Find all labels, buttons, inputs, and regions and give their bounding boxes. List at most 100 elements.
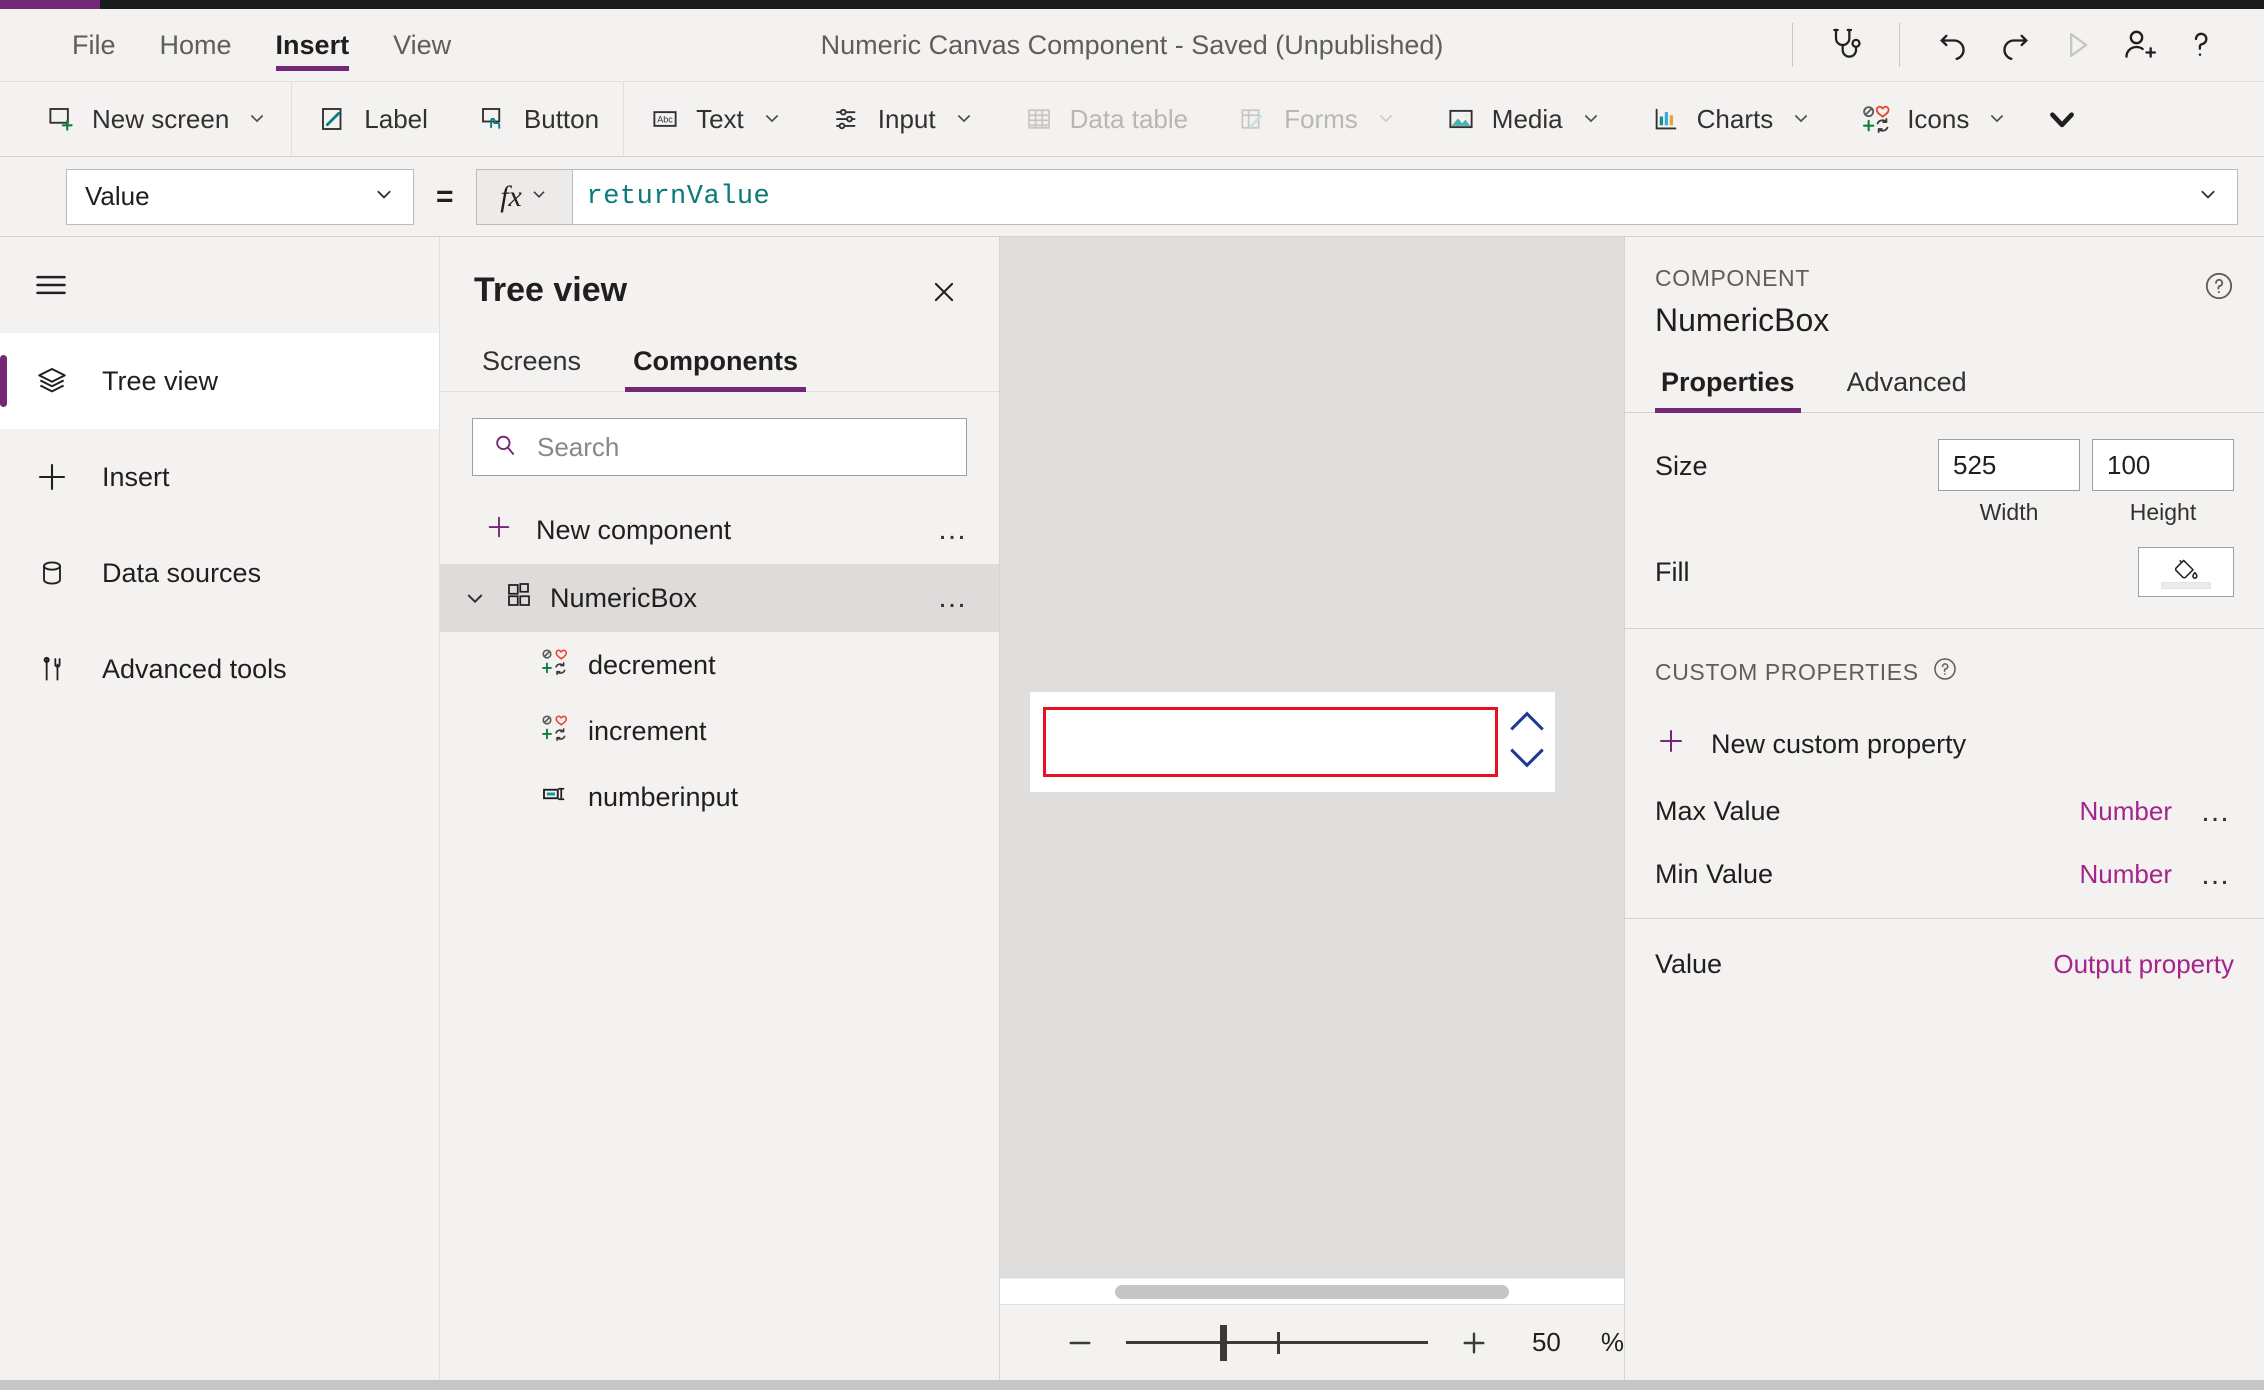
ribbon-item-label: Charts [1697,104,1774,135]
decrement-chevron-down-icon[interactable] [1507,745,1547,776]
search-input[interactable]: Search [472,418,967,476]
hamburger-menu-button[interactable] [0,237,439,333]
fill-color-button[interactable] [2138,547,2234,597]
ribbon-item-label: Forms [1284,104,1358,135]
help-icon[interactable] [2202,269,2236,308]
sidebar-item-insert[interactable]: Insert [0,429,439,525]
tree-node-numberinput[interactable]: numberinput [440,764,999,830]
menu-tab-home[interactable]: Home [138,9,254,81]
increment-chevron-up-icon[interactable] [1507,708,1547,739]
overflow-menu-icon[interactable]: … [2200,797,2234,827]
new-component-label: New component [536,515,731,546]
formula-bar: Value = fx returnValue [0,157,2264,237]
scrollbar-thumb[interactable] [1115,1285,1510,1299]
ribbon-button[interactable]: Button [452,82,623,156]
ribbon-media[interactable]: Media [1420,82,1625,156]
ribbon-text[interactable]: Abc Text [624,82,806,156]
sidebar-item-label: Data sources [102,558,261,589]
new-custom-property-button[interactable]: New custom property [1655,725,2234,764]
media-icon [1444,102,1478,136]
sidebar-item-advanced-tools[interactable]: Advanced tools [0,621,439,717]
zoom-in-button[interactable] [1454,1320,1494,1366]
chevron-down-icon [1791,104,1811,135]
custom-property-name: Max Value [1655,796,2080,827]
component-icon [504,580,534,617]
zoom-slider-thumb[interactable] [1220,1325,1227,1361]
output-property-row-value[interactable]: Value Output property [1625,919,2264,1010]
tab-label: Properties [1661,367,1795,397]
tree-node-label: increment [588,716,707,747]
tree-panel-title: Tree view [474,271,627,310]
ribbon-new-screen[interactable]: New screen [0,82,291,156]
sidebar-item-data-sources[interactable]: Data sources [0,525,439,621]
menu-tab-label: Insert [276,30,350,61]
chevron-down-icon [1987,104,2007,135]
ribbon-item-label: Icons [1907,104,1969,135]
canvas-horizontal-scrollbar[interactable] [1000,1278,1624,1304]
overflow-menu-icon[interactable]: … [937,583,971,613]
numericbox-component-preview[interactable] [1030,692,1555,792]
new-component-button[interactable]: New component … [440,496,999,564]
share-icon[interactable] [2108,14,2170,76]
redo-icon[interactable] [1984,14,2046,76]
close-icon[interactable] [923,271,965,318]
formula-text: returnValue [587,182,771,212]
custom-property-row-min-value[interactable]: Min Value Number … [1655,859,2234,890]
ribbon-input[interactable]: Input [806,82,998,156]
help-icon[interactable] [2170,14,2232,76]
overflow-menu-icon[interactable]: … [937,515,971,545]
menu-tab-view[interactable]: View [371,9,473,81]
ribbon-label[interactable]: Label [292,82,452,156]
fill-row: Fill [1655,544,2234,600]
menu-tab-list: File Home Insert View [0,9,473,81]
zoom-level-value: 50 [1532,1327,1561,1358]
fx-label: fx [500,180,522,214]
output-property-type: Output property [2053,949,2234,980]
properties-panel-header: COMPONENT NumericBox [1625,237,2264,339]
data-table-icon [1022,102,1056,136]
numberinput-control[interactable] [1043,707,1498,777]
ribbon-charts[interactable]: Charts [1625,82,1836,156]
canvas-viewport[interactable] [1000,237,1624,1278]
menu-tab-insert[interactable]: Insert [254,9,372,81]
ribbon-expand-button[interactable] [2031,82,2109,156]
properties-panel: COMPONENT NumericBox Properties Advanced… [1624,237,2264,1380]
button-icon [476,102,510,136]
ribbon-item-label: Text [696,104,744,135]
canvas-stage[interactable] [1000,237,1624,1278]
chevron-down-icon[interactable] [2197,183,2219,210]
undo-icon[interactable] [1922,14,1984,76]
zoom-out-button[interactable] [1060,1320,1100,1366]
text-icon: Abc [648,102,682,136]
menu-tab-file[interactable]: File [50,9,138,81]
chevron-down-icon[interactable] [462,586,488,610]
zoom-slider[interactable] [1126,1323,1428,1363]
chevron-down-icon [954,104,974,135]
tab-properties[interactable]: Properties [1655,367,1801,412]
custom-property-row-max-value[interactable]: Max Value Number … [1655,796,2234,827]
tab-screens[interactable]: Screens [474,346,589,391]
ribbon-icons[interactable]: Icons [1835,82,2031,156]
chevron-down-icon [373,181,395,212]
tree-node-increment[interactable]: increment [440,698,999,764]
zoom-level-unit: % [1601,1327,1624,1358]
menu-tab-label: Home [160,30,232,61]
insert-ribbon: New screen Label Button [0,81,2264,157]
property-selector[interactable]: Value [66,169,414,225]
help-icon[interactable] [1931,655,1959,689]
ribbon-item-label: Button [524,104,599,135]
sidebar-item-label: Insert [102,462,170,493]
tree-node-numericbox[interactable]: NumericBox … [440,564,999,632]
fx-button[interactable]: fx [476,169,572,225]
overflow-menu-icon[interactable]: … [2200,860,2234,890]
app-checker-icon[interactable] [1815,14,1877,76]
tree-node-decrement[interactable]: decrement [440,632,999,698]
preview-icon[interactable] [2046,14,2108,76]
width-input[interactable]: 525 [1938,439,2080,491]
sidebar-item-tree-view[interactable]: Tree view [0,333,439,429]
tab-components[interactable]: Components [625,346,806,391]
tab-advanced[interactable]: Advanced [1841,367,1973,412]
formula-input[interactable]: returnValue [572,169,2238,225]
height-input[interactable]: 100 [2092,439,2234,491]
property-selector-value: Value [85,181,150,212]
